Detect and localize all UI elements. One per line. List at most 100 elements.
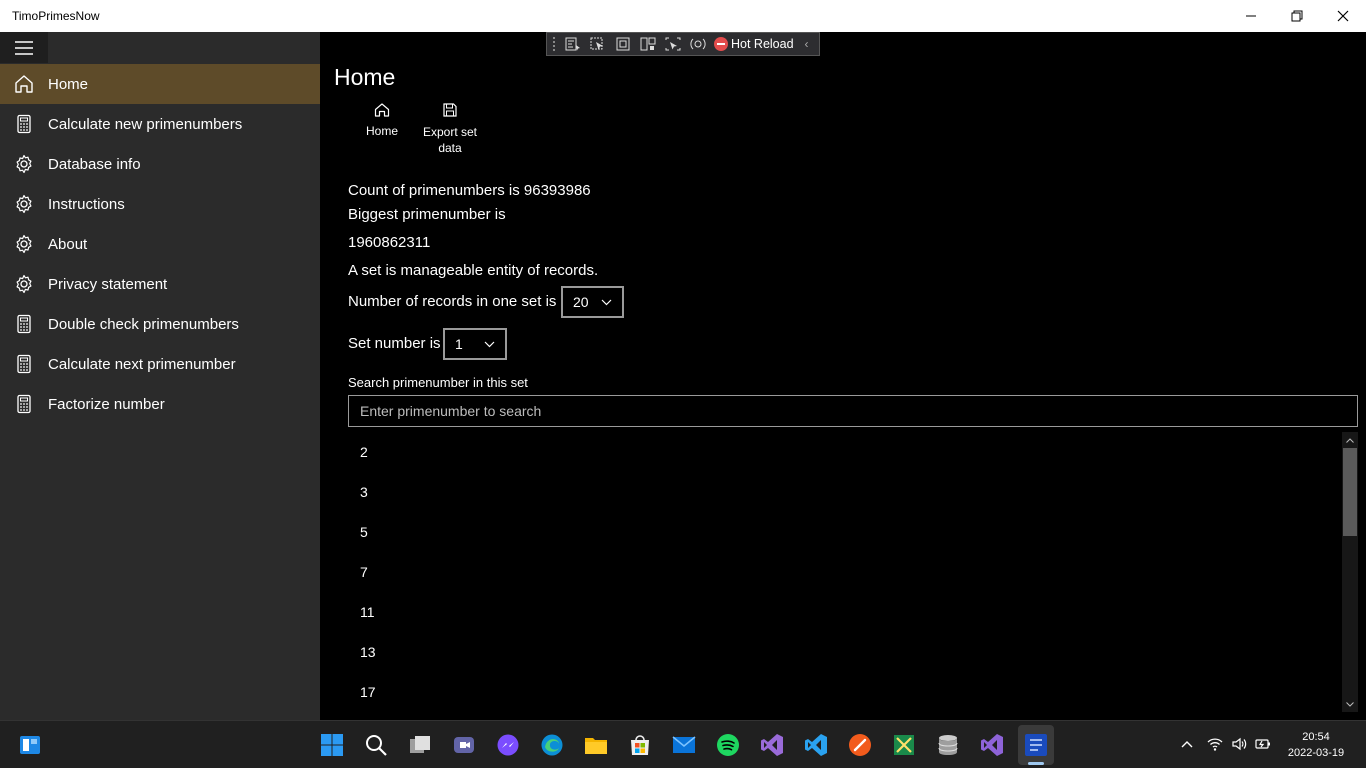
snipping-tool-icon[interactable] [890,731,918,759]
home-command-button[interactable]: Home [358,102,406,138]
file-explorer-icon[interactable] [582,731,610,759]
microsoft-store-icon[interactable] [626,731,654,759]
nav-item-label: About [48,235,88,253]
spotify-icon[interactable] [714,731,742,759]
nav-item-label: Factorize number [48,395,165,413]
hot-reload-settings-icon[interactable] [689,36,707,52]
teams-chat-icon[interactable] [450,731,478,759]
restore-icon [1291,10,1303,22]
nav-item-home[interactable]: Home [0,64,320,104]
count-text: Count of primenumbers is 96393986 [348,182,591,199]
search-input[interactable] [348,395,1358,427]
vscode-icon[interactable] [802,731,830,759]
battery-icon[interactable] [1254,735,1272,753]
list-item[interactable]: 5 [348,512,1338,552]
task-view-icon[interactable] [406,731,434,759]
gear-icon [0,234,48,254]
select-element-icon[interactable] [589,36,607,52]
biggest-value: 1960862311 [348,234,431,251]
list-item[interactable]: 13 [348,632,1338,672]
visual-studio-icon[interactable] [758,731,786,759]
nav-list: Home Calculate new primenumbers Database… [0,64,320,424]
database-icon[interactable] [934,731,962,759]
app-title: TimoPrimesNow [12,9,100,23]
hot-reload-button[interactable]: Hot Reload [714,37,794,51]
timoprimesnow-app-icon[interactable] [1022,731,1050,759]
restore-button[interactable] [1274,0,1320,32]
nav-item-calculate-new-primenumbers[interactable]: Calculate new primenumbers [0,104,320,144]
navigation-pane: Home Calculate new primenumbers Database… [0,32,320,720]
clock[interactable]: 20:54 2022-03-19 [1280,729,1352,761]
track-focus-icon[interactable] [639,36,657,52]
hamburger-icon [15,40,33,55]
wifi-icon[interactable] [1206,735,1224,753]
nav-item-label: Privacy statement [48,275,168,293]
taskbar: 20:54 2022-03-19 [0,720,1366,768]
home-icon [0,74,48,94]
export-command-label-line1: Export set [422,125,478,139]
messenger-icon[interactable] [494,731,522,759]
swift-app-icon[interactable] [846,731,874,759]
layout-adorners-icon[interactable] [664,36,682,52]
save-icon [443,103,457,117]
home-command-label: Home [365,124,398,138]
page-title: Home [334,64,396,90]
display-adorners-icon[interactable] [614,36,632,52]
start-icon[interactable] [318,731,346,759]
clock-time: 20:54 [1302,731,1330,743]
nav-item-label: Home [48,75,89,93]
list-item[interactable]: 7 [348,552,1338,592]
gear-icon [0,274,48,294]
mail-icon[interactable] [670,731,698,759]
chevron-up-icon [1346,437,1354,443]
hamburger-menu-button[interactable] [0,32,48,63]
nav-item-calculate-next-primenumber[interactable]: Calculate next primenumber [0,344,320,384]
nav-item-privacy-statement[interactable]: Privacy statement [0,264,320,304]
nav-item-factorize-number[interactable]: Factorize number [0,384,320,424]
gear-icon [0,154,48,174]
widgets-icon[interactable] [16,731,44,759]
hot-reload-status-icon [714,37,728,51]
live-visual-tree-icon[interactable] [564,36,582,52]
export-set-data-button[interactable]: Export set data [418,102,482,156]
scroll-up-button[interactable] [1342,434,1358,446]
volume-icon[interactable] [1230,735,1248,753]
nav-item-database-info[interactable]: Database info [0,144,320,184]
list-item[interactable]: 3 [348,472,1338,512]
search-icon[interactable] [362,731,390,759]
close-button[interactable] [1320,0,1366,32]
list-item[interactable]: 2 [348,432,1338,472]
records-per-set-combobox[interactable]: 20 [561,286,624,318]
edge-icon[interactable] [538,731,566,759]
set-number-label: Set number is [348,335,441,352]
scroll-down-button[interactable] [1342,698,1358,710]
gear-icon [0,194,48,214]
chevron-down-icon [484,341,495,347]
nav-item-label: Calculate next primenumber [48,355,236,373]
chevron-up-icon[interactable] [1178,735,1196,753]
list-scrollbar[interactable] [1342,432,1358,712]
list-item[interactable]: 11 [348,592,1338,632]
calculator-icon [0,314,48,334]
list-item[interactable]: 17 [348,672,1338,712]
records-label: Number of records in one set is [348,293,557,310]
active-app-indicator [1028,762,1044,765]
title-bar: TimoPrimesNow [0,0,1366,32]
home-icon [374,103,390,117]
set-number-combobox[interactable]: 1 [443,328,507,360]
nav-item-double-check-primenumbers[interactable]: Double check primenumbers [0,304,320,344]
nav-item-label: Instructions [48,195,125,213]
toolbar-grip[interactable] [553,37,557,51]
records-per-set-value: 20 [573,294,589,310]
debug-toolbar: Hot Reload ‹ [546,32,820,56]
search-label: Search primenumber in this set [348,375,528,390]
clock-date: 2022-03-19 [1287,747,1345,759]
chevron-down-icon [601,299,612,305]
nav-item-about[interactable]: About [0,224,320,264]
scrollbar-thumb[interactable] [1343,448,1357,536]
set-number-value: 1 [455,336,463,352]
minimize-button[interactable] [1228,0,1274,32]
nav-item-instructions[interactable]: Instructions [0,184,320,224]
visual-studio-preview-icon[interactable] [978,731,1006,759]
collapse-toolbar-icon[interactable]: ‹ [805,37,809,51]
